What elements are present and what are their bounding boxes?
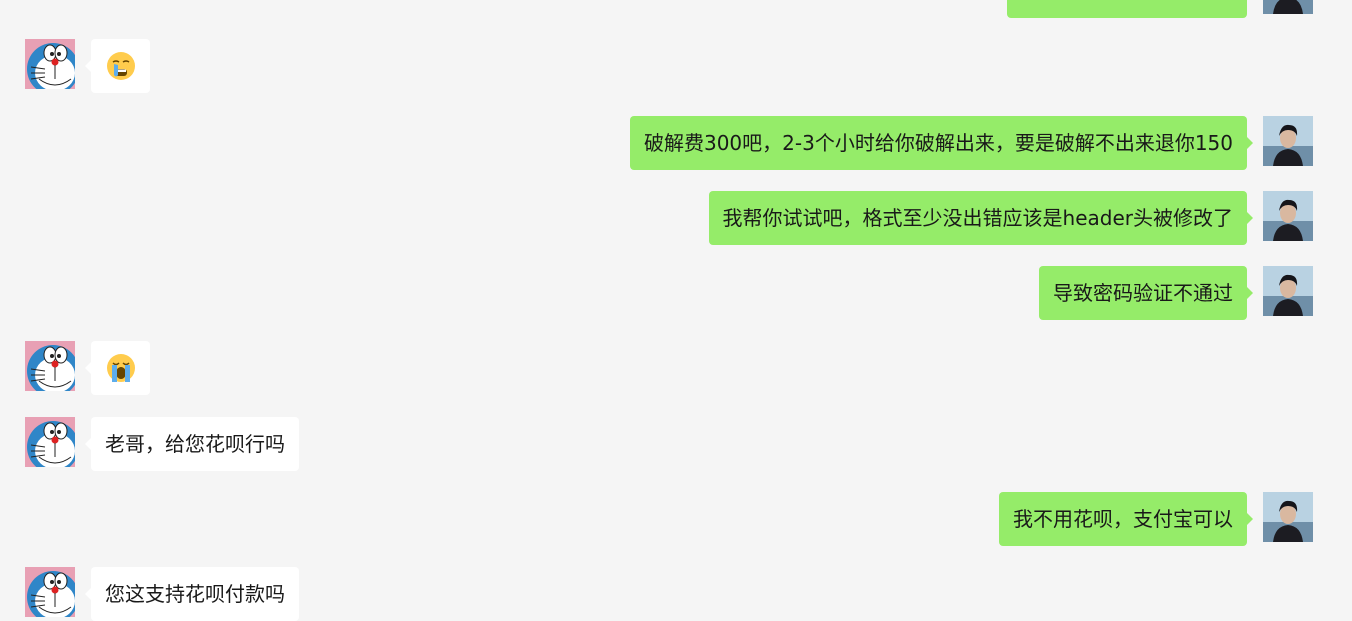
message-bubble-outgoing[interactable]: 导致密码验证不通过 <box>1039 266 1253 320</box>
message-text: 我帮你试试吧，格式至少没出错应该是header头被修改了 <box>722 206 1233 230</box>
message-text: 破解费300吧，2-3个小时给你破解出来，要是破解不出来退你150 <box>643 131 1233 155</box>
avatar[interactable] <box>25 39 75 89</box>
self-avatar-image <box>1263 116 1313 166</box>
message-text: 老哥，给您花呗行吗 <box>105 432 285 456</box>
contact-avatar-image <box>25 341 75 391</box>
message-bubble-incoming[interactable]: 您这支持花呗付款吗 <box>85 567 299 621</box>
chat-message-list[interactable]: 破解费300吧，2-3个小时给你破解出来，要是破解不出来退你150 我帮你试试吧… <box>0 0 1352 621</box>
message-bubble-outgoing[interactable] <box>1007 0 1247 18</box>
self-avatar-image <box>1263 492 1313 542</box>
message-text: 您这支持花呗付款吗 <box>105 582 285 606</box>
contact-avatar-image <box>25 567 75 617</box>
message-text: 导致密码验证不通过 <box>1053 281 1233 305</box>
contact-avatar-image <box>25 417 75 467</box>
avatar[interactable] <box>25 417 75 467</box>
message-bubble-outgoing[interactable]: 破解费300吧，2-3个小时给你破解出来，要是破解不出来退你150 <box>629 116 1254 170</box>
contact-avatar-image <box>25 39 75 89</box>
message-bubble-outgoing[interactable]: 我帮你试试吧，格式至少没出错应该是header头被修改了 <box>708 191 1254 245</box>
message-bubble-incoming[interactable] <box>85 39 150 93</box>
self-avatar-image <box>1263 266 1313 316</box>
message-bubble-incoming[interactable] <box>85 341 150 395</box>
avatar[interactable] <box>1263 116 1313 166</box>
message-bubble-outgoing[interactable]: 我不用花呗，支付宝可以 <box>999 492 1253 546</box>
self-avatar-image <box>1263 0 1313 14</box>
self-avatar-image <box>1263 191 1313 241</box>
loudly-crying-face-emoji-icon <box>105 353 136 383</box>
crying-face-emoji-icon <box>105 51 136 81</box>
message-bubble-incoming[interactable]: 老哥，给您花呗行吗 <box>85 417 299 471</box>
avatar[interactable] <box>25 567 75 617</box>
avatar[interactable] <box>1263 191 1313 241</box>
avatar[interactable] <box>1263 266 1313 316</box>
avatar[interactable] <box>1263 492 1313 542</box>
avatar[interactable] <box>25 341 75 391</box>
avatar[interactable] <box>1263 0 1313 14</box>
message-text: 我不用花呗，支付宝可以 <box>1013 507 1233 531</box>
